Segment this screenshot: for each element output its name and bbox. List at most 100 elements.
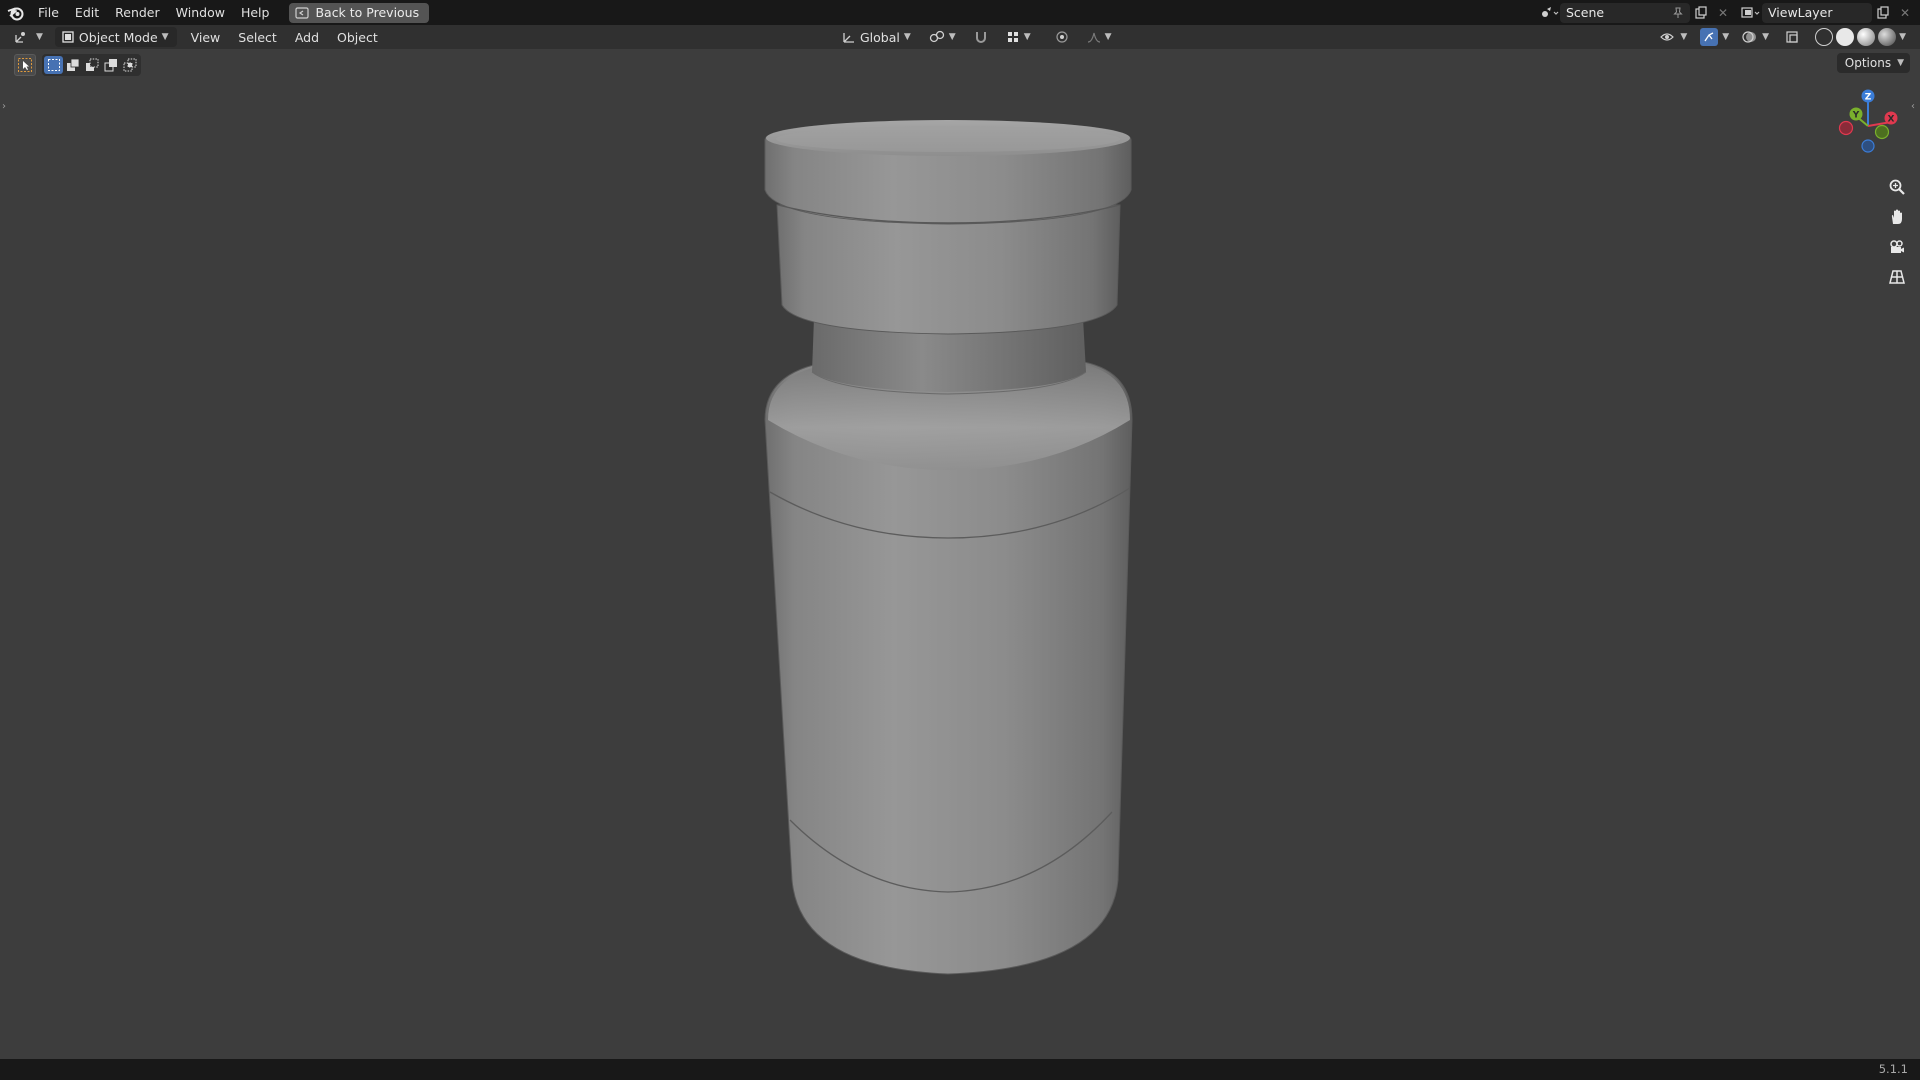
- object-mode-icon: [62, 31, 74, 43]
- gizmo-x-label: X: [1888, 115, 1895, 125]
- viewport-header: ▼ Object Mode ▼ View Select Add Object G…: [0, 25, 1920, 49]
- shading-mode-group: ▼: [1809, 27, 1912, 47]
- bottle-model[interactable]: [764, 120, 1133, 975]
- proportional-falloff-dropdown[interactable]: ▼: [1081, 27, 1118, 47]
- object-mode-dropdown[interactable]: Object Mode ▼: [54, 27, 177, 47]
- overlays-icon: [1742, 31, 1757, 43]
- falloff-curve-icon: [1087, 32, 1100, 43]
- overlays-toggle[interactable]: ▼: [1736, 27, 1775, 47]
- select-extend-icon: [66, 58, 79, 71]
- chevron-down-icon: ▼: [903, 32, 911, 42]
- chevron-down-icon: ▼: [1762, 32, 1770, 42]
- menu-file[interactable]: File: [30, 0, 67, 25]
- scene-type-dropdown[interactable]: [1538, 3, 1560, 23]
- navigation-gizmo[interactable]: Z X Y: [1830, 84, 1910, 164]
- options-dropdown[interactable]: Options ▼: [1836, 53, 1910, 73]
- pan-button[interactable]: [1885, 205, 1909, 229]
- tool-settings-row: [14, 54, 141, 76]
- new-scene-button[interactable]: [1690, 3, 1712, 23]
- perspective-grid-icon: [1889, 270, 1905, 284]
- pin-icon[interactable]: [1672, 7, 1684, 19]
- duplicate-icon: [1695, 5, 1707, 19]
- zoom-magnifier-icon: [1889, 179, 1905, 195]
- select-invert-icon: [104, 59, 117, 72]
- solid-shading-icon[interactable]: [1836, 28, 1855, 46]
- rendered-shading-icon[interactable]: [1878, 28, 1897, 46]
- chevron-down-icon[interactable]: ▼: [1899, 32, 1906, 42]
- magnet-icon: [975, 32, 986, 43]
- chevron-down-icon: ▼: [36, 32, 43, 42]
- select-subtract-mode[interactable]: [82, 56, 101, 74]
- perspective-toggle-button[interactable]: [1885, 265, 1909, 289]
- snap-grid-icon: [1007, 32, 1018, 42]
- transform-orientation-label: Global: [860, 29, 900, 45]
- proportional-edit-icon: [1056, 31, 1068, 43]
- selection-mode-group: [42, 54, 141, 76]
- top-menu-bar: File Edit Render Window Help Back to Pre…: [0, 0, 1920, 25]
- chevron-down-icon: ▼: [1722, 32, 1730, 42]
- back-to-previous-label: Back to Previous: [315, 5, 420, 20]
- toolbar-expand-icon[interactable]: ›: [2, 101, 6, 112]
- selectability-visibility-dropdown[interactable]: ▼: [1654, 27, 1693, 47]
- delete-scene-button[interactable]: ✕: [1712, 3, 1734, 23]
- xray-icon: [1786, 31, 1798, 43]
- menu-window[interactable]: Window: [168, 0, 233, 25]
- chevron-down-icon: ▼: [1104, 32, 1112, 42]
- screen-back-icon: [295, 6, 310, 19]
- menu-view[interactable]: View: [185, 27, 227, 47]
- proportional-editing-toggle[interactable]: [1049, 27, 1075, 47]
- pivot-point-dropdown[interactable]: ▼: [923, 27, 962, 47]
- select-subtract-icon: [85, 58, 98, 71]
- object-mode-label: Object Mode: [78, 29, 158, 45]
- camera-icon: [1890, 240, 1904, 253]
- options-label: Options: [1844, 56, 1892, 70]
- snap-target-dropdown[interactable]: ▼: [1000, 27, 1037, 47]
- chevron-down-icon: ▼: [1023, 32, 1031, 42]
- 3d-viewport[interactable]: › ‹ Z X Y: [0, 49, 1920, 1059]
- gizmo-icon: [1700, 28, 1719, 46]
- menu-edit[interactable]: Edit: [67, 0, 107, 25]
- menu-help[interactable]: Help: [233, 0, 278, 25]
- select-set-mode[interactable]: [44, 56, 63, 74]
- select-new-icon: [47, 59, 60, 71]
- menu-render[interactable]: Render: [107, 0, 168, 25]
- view-layer-type-dropdown[interactable]: [1740, 3, 1762, 23]
- delete-view-layer-button[interactable]: ✕: [1894, 3, 1916, 23]
- chevron-down-icon: ▼: [161, 32, 169, 42]
- scene-name-field[interactable]: Scene: [1560, 2, 1690, 23]
- chevron-down-icon: ▼: [948, 32, 956, 42]
- blender-logo-icon[interactable]: [2, 0, 30, 25]
- chevron-down-icon: ▼: [1680, 32, 1688, 42]
- menu-add[interactable]: Add: [289, 27, 325, 47]
- version-label: 5.1.1: [1878, 1062, 1908, 1076]
- select-invert-mode[interactable]: [101, 56, 120, 74]
- scene-name-value: Scene: [1566, 5, 1605, 20]
- scene-icon: [1542, 6, 1559, 17]
- transform-tools-group: Global ▼ ▼ ▼ ▼: [836, 27, 1118, 47]
- snap-toggle[interactable]: [968, 27, 994, 47]
- editor-type-dropdown[interactable]: ▼: [8, 27, 49, 47]
- wireframe-shading-icon[interactable]: [1815, 28, 1834, 46]
- view-layer-field[interactable]: ViewLayer: [1762, 2, 1872, 23]
- eye-cursor-icon: [1660, 33, 1675, 41]
- material-preview-icon[interactable]: [1857, 28, 1876, 46]
- orientation-axes-icon: [843, 33, 854, 43]
- view-layer-value: ViewLayer: [1768, 5, 1833, 20]
- select-extend-mode[interactable]: [63, 56, 82, 74]
- new-view-layer-button[interactable]: [1872, 3, 1894, 23]
- sidebar-expand-icon[interactable]: ‹: [1911, 101, 1915, 112]
- close-icon: ✕: [1899, 5, 1911, 20]
- camera-view-button[interactable]: [1885, 235, 1909, 259]
- gizmo-toggle[interactable]: ▼: [1697, 27, 1732, 47]
- menu-select[interactable]: Select: [232, 27, 283, 47]
- select-intersect-mode[interactable]: [120, 56, 139, 74]
- menu-object[interactable]: Object: [331, 27, 384, 47]
- select-box-tool[interactable]: [14, 54, 36, 76]
- zoom-button[interactable]: [1885, 175, 1909, 199]
- xray-toggle[interactable]: [1779, 27, 1805, 47]
- viewport-canvas: [764, 120, 1133, 975]
- transform-orientation-dropdown[interactable]: Global ▼: [836, 27, 917, 47]
- gizmo-y-label: Y: [1852, 111, 1860, 121]
- back-to-previous-button[interactable]: Back to Previous: [289, 2, 430, 23]
- view-layer-icon: [1741, 6, 1760, 18]
